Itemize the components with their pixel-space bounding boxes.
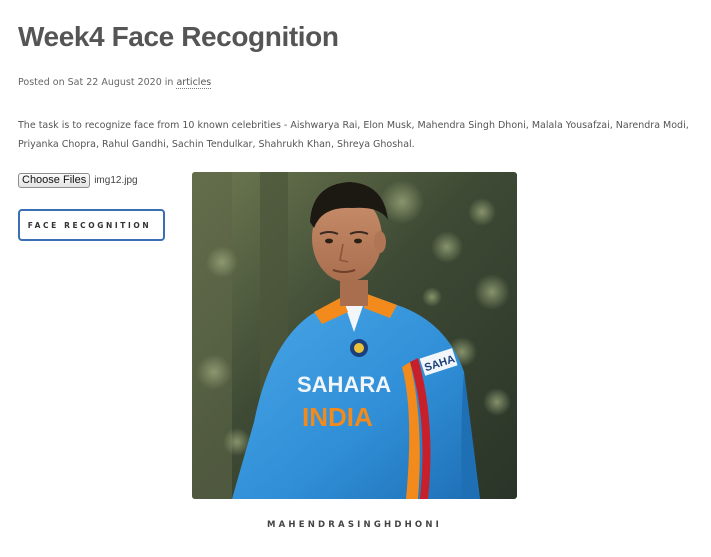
face-recognition-button[interactable]: FACE RECOGNITION bbox=[18, 209, 165, 241]
result-photo: SAHARA INDIA SAHA bbox=[192, 172, 517, 499]
recognition-result: MAHENDRASINGHDHONI bbox=[266, 520, 442, 530]
selected-file-name: img12.jpg bbox=[94, 175, 138, 186]
task-description: The task is to recognize face from 10 kn… bbox=[18, 120, 689, 150]
cricketer-photo: SAHARA INDIA SAHA bbox=[192, 172, 517, 499]
jersey-team-text: INDIA bbox=[302, 402, 373, 432]
post-date-text: Posted on Sat 22 August 2020 in bbox=[18, 77, 177, 88]
page-title: Week4 Face Recognition bbox=[18, 21, 339, 52]
jersey-sponsor-text: SAHARA bbox=[297, 372, 391, 397]
file-upload: Choose Files img12.jpg bbox=[18, 173, 138, 188]
post-meta: Posted on Sat 22 August 2020 in articles bbox=[18, 77, 212, 89]
choose-files-button[interactable]: Choose Files bbox=[18, 173, 91, 188]
category-link[interactable]: articles bbox=[176, 77, 212, 89]
